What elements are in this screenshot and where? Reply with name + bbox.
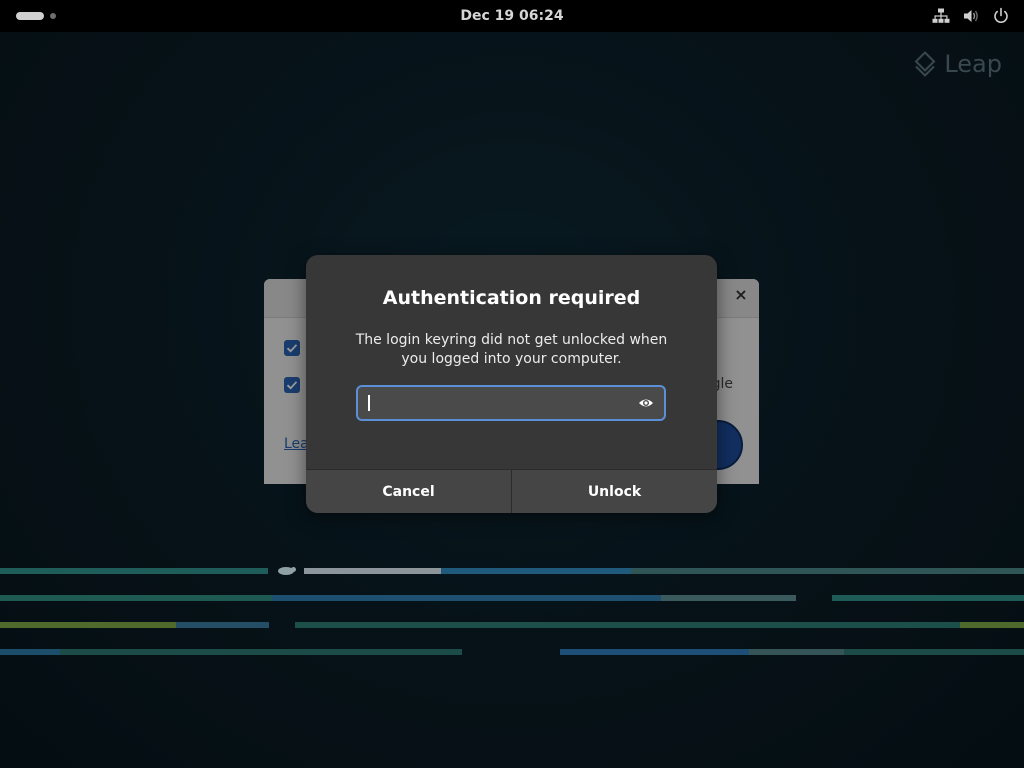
wallpaper-stripe: [0, 622, 176, 628]
wallpaper-stripe: [0, 649, 60, 655]
eye-icon[interactable]: [638, 395, 654, 411]
network-wired-icon[interactable]: [932, 7, 950, 25]
authentication-dialog: Authentication required The login keyrin…: [306, 255, 717, 513]
gecko-icon: [278, 567, 296, 575]
unlock-button[interactable]: Unlock: [512, 470, 717, 513]
dialog-description: The login keyring did not get unlocked w…: [355, 332, 668, 367]
clock[interactable]: Dec 19 06:24: [0, 0, 1024, 32]
wallpaper-stripe: [960, 622, 1024, 628]
wallpaper-stripe: [631, 568, 1024, 574]
wallpaper-stripe: [0, 568, 268, 574]
wallpaper-stripe: [661, 595, 796, 601]
top-bar: Dec 19 06:24: [0, 0, 1024, 32]
wallpaper-stripe: [832, 595, 1024, 601]
wallpaper-stripe: [844, 649, 1024, 655]
wallpaper-stripe: [304, 568, 441, 574]
dialog-button-row: Cancel Unlock: [306, 469, 717, 513]
password-input[interactable]: [366, 387, 630, 421]
power-icon[interactable]: [992, 7, 1010, 25]
wallpaper-stripe: [295, 622, 960, 628]
unlock-button-label: Unlock: [587, 484, 642, 500]
wallpaper-stripe: [60, 649, 462, 655]
wallpaper-stripe: [560, 649, 749, 655]
wallpaper-stripe: [272, 595, 661, 601]
wallpaper-stripe: [441, 568, 631, 574]
cancel-button-label: Cancel: [382, 484, 435, 500]
wallpaper-stripe: [176, 622, 269, 628]
dialog-title: Authentication required: [382, 287, 641, 309]
clock-label[interactable]: Dec 19 06:24: [460, 8, 563, 24]
wallpaper-stripe: [0, 595, 272, 601]
cancel-button[interactable]: Cancel: [306, 470, 512, 513]
volume-icon[interactable]: [962, 7, 980, 25]
system-tray[interactable]: [932, 7, 1010, 25]
wallpaper-stripe: [749, 649, 844, 655]
password-field[interactable]: [356, 385, 666, 421]
